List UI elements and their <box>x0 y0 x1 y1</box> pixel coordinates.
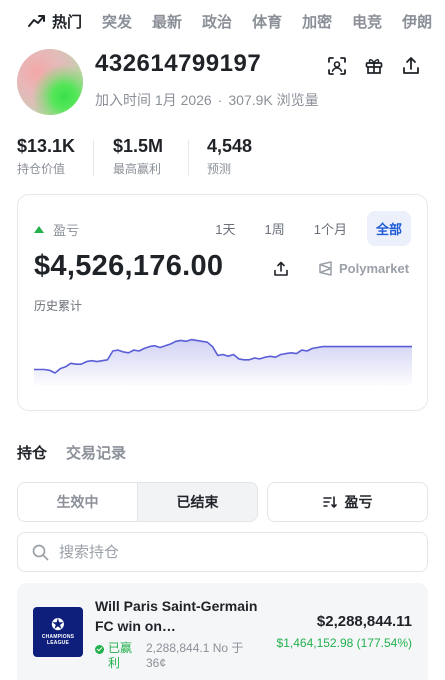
scan-icon[interactable] <box>327 56 347 76</box>
stat-label: 预测 <box>207 162 232 176</box>
nav-item-esports[interactable]: 电竞 <box>352 11 382 32</box>
stat-value: 4,548 <box>207 136 253 156</box>
logo-text: CHAMPIONS LEAGUE <box>41 634 75 646</box>
stat-value: $1.5M <box>113 136 164 156</box>
stat-predictions: 4,548 预测 <box>207 136 252 177</box>
tab-history[interactable]: 交易记录 <box>66 442 126 463</box>
username: 432614799197 <box>95 50 262 77</box>
filter-active-button[interactable]: 生效中 <box>18 483 137 521</box>
nav-item-iran[interactable]: 伊朗 <box>402 11 432 32</box>
share-icon[interactable] <box>273 261 289 277</box>
stat-position-value: $13.1K 持仓价值 <box>17 136 75 177</box>
nav-item-crypto[interactable]: 加密 <box>302 11 332 32</box>
gift-icon[interactable] <box>364 56 384 76</box>
stat-biggest-win: $1.5M 最高赢利 <box>113 136 163 177</box>
nav-item-politics[interactable]: 政治 <box>202 11 232 32</box>
tab-positions[interactable]: 持仓 <box>17 442 47 463</box>
position-title: Will Paris Saint-Germain FC win on… <box>95 598 258 634</box>
pnl-header: 盈亏 <box>34 220 79 239</box>
view-count: 307.9K 浏览量 <box>228 92 319 108</box>
joined-date: 加入时间 1月 2026 <box>95 92 212 108</box>
sort-button[interactable]: 盈亏 <box>267 482 428 522</box>
brand-name: Polymarket <box>339 261 410 276</box>
range-selector: 1天 1周 1个月 全部 <box>195 211 411 246</box>
position-pnl: $1,464,152.98 (177.54%) <box>276 636 412 650</box>
nav-item-trending[interactable]: 热门 <box>28 11 82 32</box>
position-row[interactable]: ✪ CHAMPIONS LEAGUE Will Paris Saint-Germ… <box>17 583 428 680</box>
range-1m[interactable]: 1个月 <box>305 211 356 246</box>
nav-item-latest[interactable]: 最新 <box>152 11 182 32</box>
category-nav: 热门 突发 最新 政治 体育 加密 电竞 伊朗 <box>0 0 445 42</box>
position-status: 已赢利 2,288,844.1 No 于 36¢ <box>95 641 256 671</box>
share-icon[interactable] <box>401 56 421 76</box>
sort-label: 盈亏 <box>344 494 373 510</box>
profile-meta: 加入时间 1月 2026 · 307.9K 浏览量 <box>95 92 319 108</box>
search-icon <box>32 544 49 560</box>
up-triangle-icon <box>34 226 44 233</box>
pnl-chart <box>34 338 412 385</box>
range-1d[interactable]: 1天 <box>206 211 244 246</box>
pnl-card: 盈亏 1天 1周 1个月 全部 $4,526,176.00 Polymarket… <box>17 194 428 411</box>
filter-closed-button[interactable]: 已结束 <box>137 483 257 521</box>
avatar <box>17 49 83 115</box>
status-filter: 生效中 已结束 <box>17 482 258 522</box>
champions-league-logo: ✪ CHAMPIONS LEAGUE <box>33 607 83 657</box>
position-value: $2,288,844.11 <box>316 613 412 630</box>
polymarket-logo-icon <box>319 261 332 276</box>
trending-icon <box>28 15 45 27</box>
sort-icon <box>322 496 337 508</box>
pnl-subtitle: 历史累计 <box>34 299 83 313</box>
pnl-value: $4,526,176.00 <box>34 250 224 282</box>
check-icon <box>95 645 104 654</box>
pnl-label: 盈亏 <box>53 223 80 238</box>
stat-value: $13.1K <box>17 136 76 156</box>
star-ball-icon: ✪ <box>51 617 65 634</box>
search-box <box>17 532 428 572</box>
polymarket-brand: Polymarket <box>318 261 409 276</box>
position-shares: 2,288,844.1 No 于 36¢ <box>146 641 244 670</box>
status-label: 已赢利 <box>108 641 133 670</box>
nav-item-breaking[interactable]: 突发 <box>102 11 132 32</box>
stat-label: 最高赢利 <box>113 162 162 176</box>
search-input[interactable] <box>59 543 399 561</box>
range-all[interactable]: 全部 <box>366 211 411 246</box>
nav-item-label: 热门 <box>52 13 83 31</box>
stat-label: 持仓价值 <box>17 162 66 176</box>
nav-item-sports[interactable]: 体育 <box>252 11 282 32</box>
divider <box>93 140 94 176</box>
range-1w[interactable]: 1周 <box>256 211 294 246</box>
divider <box>188 140 189 176</box>
